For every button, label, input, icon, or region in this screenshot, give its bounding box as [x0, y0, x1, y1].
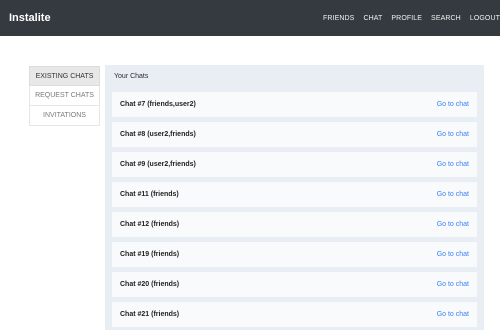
- go-to-chat-link[interactable]: Go to chat: [437, 191, 469, 198]
- chat-list: Chat #7 (friends,user2) Go to chat Chat …: [112, 92, 477, 330]
- go-to-chat-link[interactable]: Go to chat: [437, 251, 469, 258]
- chat-name: Chat #7 (friends,user2): [120, 101, 196, 108]
- chat-name: Chat #8 (user2,friends): [120, 131, 196, 138]
- chat-row: Chat #11 (friends) Go to chat: [112, 182, 477, 207]
- go-to-chat-link[interactable]: Go to chat: [437, 311, 469, 318]
- go-to-chat-link[interactable]: Go to chat: [437, 131, 469, 138]
- top-navbar: Instalite FRIENDS CHAT PROFILE SEARCH LO…: [0, 0, 500, 36]
- nav-link-search[interactable]: SEARCH: [431, 15, 461, 22]
- chat-row: Chat #8 (user2,friends) Go to chat: [112, 122, 477, 147]
- panel-title: Your Chats: [114, 73, 149, 80]
- chat-name: Chat #9 (user2,friends): [120, 161, 196, 168]
- chat-name: Chat #12 (friends): [120, 221, 180, 228]
- chat-name: Chat #21 (friends): [120, 311, 180, 318]
- nav-link-chat[interactable]: CHAT: [363, 15, 382, 22]
- sidebar-item-existing-chats[interactable]: EXISTING CHATS: [29, 66, 100, 86]
- chat-name: Chat #11 (friends): [120, 191, 179, 198]
- chat-row: Chat #21 (friends) Go to chat: [112, 302, 477, 327]
- chat-name: Chat #20 (friends): [120, 281, 180, 288]
- chat-row: Chat #9 (user2,friends) Go to chat: [112, 152, 477, 177]
- go-to-chat-link[interactable]: Go to chat: [437, 101, 469, 108]
- go-to-chat-link[interactable]: Go to chat: [437, 281, 469, 288]
- chat-name: Chat #19 (friends): [120, 251, 180, 258]
- go-to-chat-link[interactable]: Go to chat: [437, 161, 469, 168]
- nav-link-profile[interactable]: PROFILE: [391, 15, 422, 22]
- sidebar-item-invitations[interactable]: INVITATIONS: [29, 106, 100, 126]
- chat-sidebar: EXISTING CHATS REQUEST CHATS INVITATIONS: [29, 66, 100, 126]
- chat-row: Chat #7 (friends,user2) Go to chat: [112, 92, 477, 117]
- sidebar-item-request-chats[interactable]: REQUEST CHATS: [29, 86, 100, 106]
- go-to-chat-link[interactable]: Go to chat: [437, 221, 469, 228]
- chat-row: Chat #12 (friends) Go to chat: [112, 212, 477, 237]
- chats-panel: Your Chats Chat #7 (friends,user2) Go to…: [105, 65, 484, 330]
- chat-row: Chat #20 (friends) Go to chat: [112, 272, 477, 297]
- nav-links: FRIENDS CHAT PROFILE SEARCH LOGOUT: [314, 0, 500, 36]
- brand-logo[interactable]: Instalite: [9, 12, 51, 24]
- nav-link-logout[interactable]: LOGOUT: [470, 15, 500, 22]
- chat-row: Chat #19 (friends) Go to chat: [112, 242, 477, 267]
- nav-link-friends[interactable]: FRIENDS: [323, 15, 354, 22]
